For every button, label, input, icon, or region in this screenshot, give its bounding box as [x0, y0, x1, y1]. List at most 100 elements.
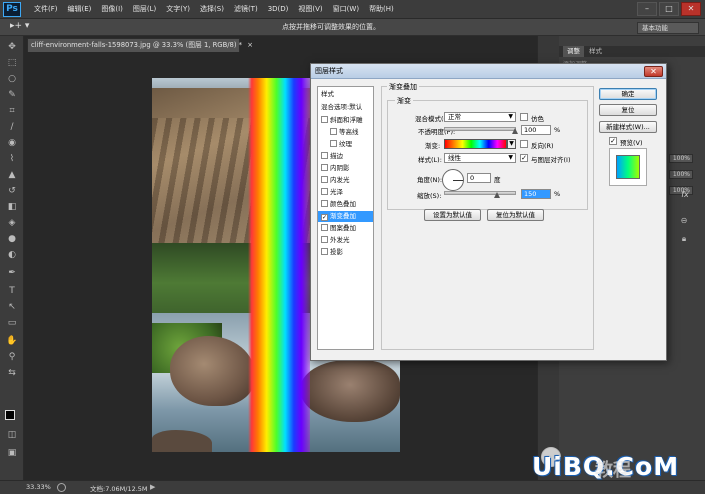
blend-mode-select[interactable]: 正常 ▼: [444, 112, 516, 122]
lasso-tool-icon[interactable]: ○: [6, 74, 18, 85]
menu-select[interactable]: 选择(S): [195, 0, 229, 19]
healing-tool-icon[interactable]: ◉: [6, 138, 18, 149]
style-item[interactable]: 颜色叠加: [318, 199, 373, 210]
blending-options-item[interactable]: 混合选项:默认: [318, 102, 373, 113]
status-menu-arrow-icon[interactable]: ▶: [150, 483, 155, 491]
layer-lock-icon[interactable]: 🔒︎: [679, 234, 689, 244]
quick-select-tool-icon[interactable]: ✎: [6, 90, 18, 101]
style-item[interactable]: ✓ 渐变叠加: [318, 211, 373, 222]
panel-field[interactable]: 100%: [669, 154, 693, 163]
menu-edit[interactable]: 编辑(E): [63, 0, 97, 19]
style-item[interactable]: 投影: [318, 247, 373, 258]
workspace-switcher[interactable]: 基本功能: [637, 22, 699, 34]
blur-tool-icon[interactable]: ●: [6, 234, 18, 245]
document-tab-close-icon[interactable]: ×: [247, 41, 253, 49]
brush-tool-icon[interactable]: ⌇: [6, 154, 18, 165]
style-item-checkbox[interactable]: [321, 152, 328, 159]
style-item[interactable]: 等高线: [318, 127, 373, 138]
menu-file[interactable]: 文件(F): [29, 0, 63, 19]
close-window-button[interactable]: ✕: [681, 2, 701, 16]
tab-styles[interactable]: 样式: [585, 46, 606, 57]
menu-help[interactable]: 帮助(H): [364, 0, 399, 19]
align-with-layer-checkbox[interactable]: ✓: [520, 154, 528, 162]
layer-lock-icon[interactable]: ⊖: [679, 216, 689, 226]
zoom-level[interactable]: 33.33%: [26, 483, 51, 491]
opacity-input[interactable]: 100: [521, 125, 551, 135]
style-item-checkbox[interactable]: [321, 248, 328, 255]
style-item-checkbox[interactable]: [321, 188, 328, 195]
history-brush-icon[interactable]: ↺: [6, 186, 18, 197]
eraser-tool-icon[interactable]: ◧: [6, 202, 18, 213]
style-item-checkbox[interactable]: [321, 236, 328, 243]
style-item[interactable]: 内阴影: [318, 163, 373, 174]
menu-image[interactable]: 图像(I): [96, 0, 128, 19]
menu-filter[interactable]: 滤镜(T): [229, 0, 263, 19]
scale-input[interactable]: 150: [521, 189, 551, 199]
eyedropper-tool-icon[interactable]: ∕: [6, 122, 18, 133]
style-item[interactable]: 内发光: [318, 175, 373, 186]
gradient-picker[interactable]: [444, 139, 507, 149]
path-select-tool-icon[interactable]: ↖: [6, 302, 18, 313]
color-swap-icon[interactable]: ⇆: [6, 368, 18, 379]
dodge-tool-icon[interactable]: ◐: [6, 250, 18, 261]
style-select[interactable]: 线性 ▼: [444, 153, 516, 163]
type-tool-icon[interactable]: T: [6, 286, 18, 297]
style-item[interactable]: 纹理: [318, 139, 373, 150]
panel-field[interactable]: 100%: [669, 170, 693, 179]
reverse-checkbox[interactable]: [520, 140, 528, 148]
stamp-tool-icon[interactable]: ▲: [6, 170, 18, 181]
style-item-checkbox[interactable]: [321, 176, 328, 183]
hand-tool-icon[interactable]: ✋: [6, 336, 18, 347]
tab-adjustments[interactable]: 调整: [563, 46, 584, 57]
gradient-dropdown-icon[interactable]: ▼: [507, 139, 516, 149]
layer-fx-icon[interactable]: fx: [677, 188, 693, 202]
menu-3d[interactable]: 3D(D): [263, 0, 294, 19]
set-default-button[interactable]: 设置为默认值: [424, 209, 481, 221]
quick-mask-icon[interactable]: ◫: [6, 430, 18, 441]
ok-button[interactable]: 确定: [599, 88, 657, 100]
menu-type[interactable]: 文字(Y): [161, 0, 195, 19]
new-style-button[interactable]: 新建样式(W)...: [599, 121, 657, 133]
style-item-checkbox[interactable]: [321, 116, 328, 123]
bucket-tool-icon[interactable]: ◈: [6, 218, 18, 229]
status-info-icon[interactable]: [57, 483, 66, 492]
style-item-checkbox[interactable]: [321, 224, 328, 231]
cancel-button[interactable]: 复位: [599, 104, 657, 116]
dialog-close-button[interactable]: ✕: [644, 66, 663, 77]
maximize-button[interactable]: □: [659, 2, 679, 16]
opacity-slider[interactable]: [444, 127, 516, 131]
dither-checkbox[interactable]: [520, 113, 528, 121]
style-item[interactable]: 外发光: [318, 235, 373, 246]
marquee-tool-icon[interactable]: ⬚: [6, 58, 18, 69]
style-item-checkbox[interactable]: [321, 164, 328, 171]
shape-tool-icon[interactable]: ▭: [6, 318, 18, 329]
style-item-checkbox[interactable]: [321, 200, 328, 207]
crop-tool-icon[interactable]: ⌗: [6, 106, 18, 117]
style-item[interactable]: 斜面和浮雕: [318, 115, 373, 126]
opacity-slider-thumb[interactable]: [512, 128, 518, 134]
zoom-tool-icon[interactable]: ⚲: [6, 352, 18, 363]
menu-layer[interactable]: 图层(L): [128, 0, 161, 19]
minimize-button[interactable]: –: [637, 2, 657, 16]
menu-view[interactable]: 视图(V): [293, 0, 327, 19]
style-item[interactable]: 光泽: [318, 187, 373, 198]
angle-dial[interactable]: [442, 169, 464, 191]
preview-checkbox[interactable]: ✓: [609, 137, 617, 145]
style-item[interactable]: 描边: [318, 151, 373, 162]
pen-tool-icon[interactable]: ✒: [6, 268, 18, 279]
scale-slider-thumb[interactable]: [494, 192, 500, 198]
move-tool-icon[interactable]: ✥: [6, 42, 18, 53]
style-item-checkbox[interactable]: ✓: [321, 214, 328, 221]
style-item-checkbox[interactable]: [330, 140, 337, 147]
foreground-color-swatch[interactable]: [5, 410, 15, 420]
angle-input[interactable]: 0: [467, 173, 491, 183]
reset-default-button[interactable]: 复位为默认值: [487, 209, 544, 221]
menu-window[interactable]: 窗口(W): [328, 0, 364, 19]
document-tab[interactable]: cliff-environment-falls-1598073.jpg @ 33…: [27, 38, 253, 52]
styles-header[interactable]: 样式: [318, 89, 373, 100]
move-tool-preset-icon[interactable]: ▸+ ▾: [10, 21, 29, 31]
style-item[interactable]: 图案叠加: [318, 223, 373, 234]
scale-slider[interactable]: [444, 191, 516, 195]
style-item-checkbox[interactable]: [330, 128, 337, 135]
screen-mode-icon[interactable]: ▣: [6, 448, 18, 459]
